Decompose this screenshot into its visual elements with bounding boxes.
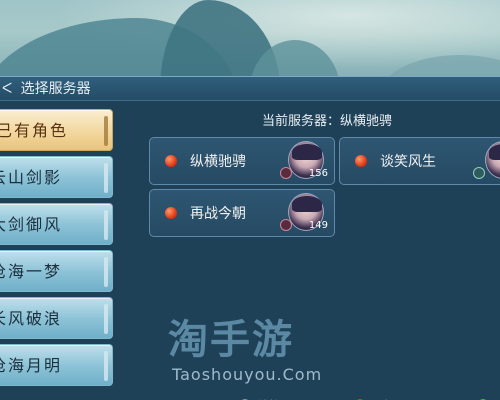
character-level: 149 [308,220,328,231]
status-dot-icon [165,207,177,219]
avatar-hair [489,144,500,160]
group-item-canghai-yueming[interactable]: 沧海月明 [0,344,113,386]
server-card[interactable]: 谈笑风生 [339,137,500,185]
faction-badge-icon [280,219,292,231]
group-item-label: 长风破浪 [0,309,63,328]
group-item-label: 大剑御风 [0,215,63,234]
group-item-bar [104,210,108,240]
faction-badge-icon [280,167,292,179]
group-item-dajian[interactable]: 大剑御风 [0,203,113,245]
server-group-list: 已有角色 云山剑影 大剑御风 沧海一梦 长风破浪 沧海月明 [0,109,115,391]
server-name: 纵横驰骋 [190,154,246,170]
avatar-hair [292,144,322,160]
watermark-url: Taoshouyou.Com [172,365,323,384]
group-item-existing-characters[interactable]: 已有角色 [0,109,113,151]
server-card[interactable]: 再战今朝 149 [149,189,335,237]
avatar-hair [292,196,322,212]
group-item-yunshan[interactable]: 云山剑影 [0,156,113,198]
faction-badge-icon [473,167,485,179]
group-item-bar [104,351,108,381]
group-item-canghai-yimeng[interactable]: 沧海一梦 [0,250,113,292]
character-avatar-icon [485,141,500,179]
group-item-bar [104,257,108,287]
background-scenery [0,0,500,78]
dialog-title: 选择服务器 [20,81,91,97]
group-item-label: 沧海一梦 [0,262,63,281]
current-server-label: 当前服务器：纵横驰骋 [262,114,393,129]
watermark-logo: 淘手游 [168,317,294,363]
group-item-changfeng[interactable]: 长风破浪 [0,297,113,339]
server-select-panel: ᐸ 选择服务器 已有角色 云山剑影 大剑御风 沧海一梦 长风破浪 沧海月明 当 [0,76,500,400]
group-item-bar [104,304,108,334]
server-name: 谈笑风生 [380,154,436,170]
server-card[interactable]: 纵横驰骋 156 [149,137,335,185]
status-dot-icon [355,155,367,167]
character-level: 156 [308,168,328,179]
group-item-label: 已有角色 [0,121,69,140]
status-dot-icon [165,155,177,167]
back-arrow-icon[interactable]: ᐸ [2,81,12,97]
status-legend: 维护 火爆 [0,395,500,400]
group-item-label: 云山剑影 [0,168,63,187]
group-item-label: 沧海月明 [0,356,63,375]
title-bar: ᐸ 选择服务器 [0,77,500,101]
server-name: 再战今朝 [190,206,246,222]
group-item-bar [104,163,108,193]
group-item-bar [104,116,108,146]
